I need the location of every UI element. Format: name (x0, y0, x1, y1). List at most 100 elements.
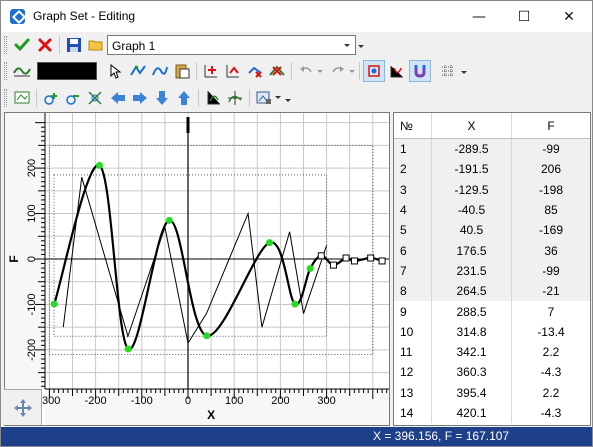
graph-plot-area[interactable]: -300 -200 -100 0 100 200 300 200 100 0 -100 -200 X F (4, 112, 390, 426)
redo-dropdown-icon[interactable] (349, 70, 355, 73)
axis-origin-icon[interactable] (224, 87, 246, 109)
paste-icon[interactable] (171, 60, 193, 82)
cell-x[interactable]: -289.5 (432, 139, 512, 160)
grid-dropdown-icon[interactable] (461, 71, 467, 74)
data-point[interactable] (165, 216, 173, 224)
pan-mode-button[interactable] (4, 389, 42, 425)
data-point[interactable] (96, 161, 104, 169)
cell-number[interactable]: 11 (394, 341, 432, 363)
cell-f[interactable]: 206 (512, 159, 590, 179)
toolbar-overflow-icon[interactable] (358, 45, 364, 48)
cell-x[interactable]: 314.8 (432, 321, 512, 342)
minimize-button[interactable]: — (456, 1, 502, 32)
snap-to-grid-icon[interactable] (386, 60, 408, 82)
cell-x[interactable]: -129.5 (432, 179, 512, 200)
cell-x[interactable]: 420.1 (432, 402, 512, 424)
column-header-f[interactable]: F (512, 113, 590, 138)
pan-right-icon[interactable] (129, 87, 151, 109)
data-point[interactable] (350, 257, 358, 265)
cell-x[interactable]: -191.5 (432, 159, 512, 180)
data-point[interactable] (291, 300, 299, 308)
pan-down-icon[interactable] (151, 87, 173, 109)
zoom-in-icon[interactable] (40, 87, 62, 109)
cell-f[interactable]: -4.3 (512, 403, 590, 423)
cell-number[interactable]: 1 (394, 139, 432, 160)
snap-to-point-icon[interactable] (363, 60, 385, 82)
fit-all-icon[interactable] (11, 87, 33, 109)
data-point[interactable] (124, 345, 132, 353)
data-point[interactable] (317, 252, 325, 260)
cell-number[interactable]: 9 (394, 301, 432, 322)
save-icon[interactable] (63, 34, 85, 56)
toolbar-overflow-icon[interactable] (285, 99, 291, 102)
table-row[interactable]: 9 288.5 7 (394, 301, 590, 322)
cell-x[interactable]: 342.1 (432, 341, 512, 363)
table-row[interactable]: 7 231.5 -99 (394, 260, 590, 282)
cell-f[interactable]: 2.2 (512, 383, 590, 403)
maximize-button[interactable]: ☐ (501, 1, 547, 32)
cell-number[interactable]: 10 (394, 321, 432, 342)
cell-x[interactable]: 231.5 (432, 260, 512, 282)
table-row[interactable]: 10 314.8 -13.4 (394, 321, 590, 342)
cell-f[interactable]: -21 (512, 281, 590, 301)
data-point[interactable] (306, 265, 314, 273)
cell-x[interactable]: 40.5 (432, 220, 512, 241)
cell-number[interactable]: 8 (394, 281, 432, 302)
column-header-number[interactable]: № (394, 113, 432, 138)
table-row[interactable]: 14 420.1 -4.3 (394, 402, 590, 424)
undo-dropdown-icon[interactable] (317, 70, 323, 73)
close-button[interactable]: ✕ (546, 1, 592, 32)
line-color-swatch[interactable] (37, 62, 97, 80)
cell-f[interactable]: -169 (512, 220, 590, 240)
table-row[interactable]: 2 -191.5 206 (394, 159, 590, 180)
toolbar-grip[interactable] (4, 62, 7, 80)
axis-scale-icon[interactable] (202, 87, 224, 109)
cell-f[interactable]: 7 (512, 301, 590, 321)
cell-f[interactable]: 2.2 (512, 342, 590, 362)
magnet-icon[interactable] (409, 60, 431, 82)
data-point[interactable] (266, 239, 274, 247)
select-pointer-icon[interactable] (105, 60, 127, 82)
table-row[interactable]: 12 360.3 -4.3 (394, 362, 590, 383)
grid-settings-icon[interactable] (437, 60, 459, 82)
redo-icon[interactable] (327, 60, 349, 82)
table-row[interactable]: 6 176.5 36 (394, 240, 590, 261)
move-points-icon[interactable] (127, 60, 149, 82)
graph-select[interactable]: Graph 1 (107, 35, 356, 55)
delete-point-icon[interactable] (244, 60, 266, 82)
cancel-icon[interactable] (34, 34, 56, 56)
cell-number[interactable]: 12 (394, 362, 432, 383)
cell-f[interactable]: -198 (512, 180, 590, 200)
table-row[interactable]: 13 395.4 2.2 (394, 382, 590, 403)
cell-x[interactable]: 288.5 (432, 301, 512, 322)
cell-number[interactable]: 6 (394, 240, 432, 261)
cell-number[interactable]: 5 (394, 220, 432, 241)
cell-number[interactable]: 14 (394, 402, 432, 424)
cell-number[interactable]: 3 (394, 179, 432, 200)
cell-x[interactable]: 264.5 (432, 281, 512, 302)
clear-points-icon[interactable] (266, 60, 288, 82)
cell-f[interactable]: 85 (512, 200, 590, 220)
points-table[interactable]: № X F 1 -289.5 -99 2 -191.5 206 3 -129.5 -198 4 -4… (393, 112, 591, 426)
open-folder-icon[interactable] (85, 34, 107, 56)
cell-f[interactable]: -13.4 (512, 322, 590, 342)
background-image-icon[interactable] (253, 87, 275, 109)
chevron-down-icon[interactable] (339, 36, 355, 54)
table-row[interactable]: 5 40.5 -169 (394, 220, 590, 241)
cell-number[interactable]: 13 (394, 382, 432, 403)
line-style-icon[interactable] (11, 60, 33, 82)
data-point[interactable] (342, 254, 350, 262)
cell-x[interactable]: -40.5 (432, 199, 512, 221)
add-point-icon[interactable] (200, 60, 222, 82)
pan-up-icon[interactable] (173, 87, 195, 109)
cell-number[interactable]: 7 (394, 260, 432, 282)
data-point[interactable] (367, 254, 375, 262)
check-icon[interactable] (11, 34, 33, 56)
cell-x[interactable]: 176.5 (432, 240, 512, 261)
zoom-out-icon[interactable] (62, 87, 84, 109)
cell-f[interactable]: -99 (512, 139, 590, 159)
table-row[interactable]: 8 264.5 -21 (394, 281, 590, 302)
table-row[interactable]: 4 -40.5 85 (394, 199, 590, 221)
cell-number[interactable]: 4 (394, 199, 432, 221)
table-row[interactable]: 1 -289.5 -99 (394, 139, 590, 160)
